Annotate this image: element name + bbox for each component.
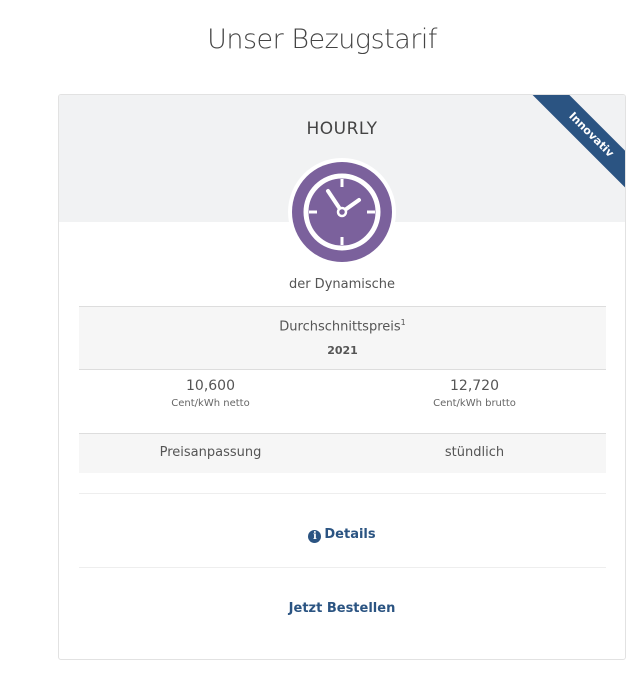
innovativ-ribbon: Innovativ <box>528 95 625 195</box>
price-adjustment-row: Preisanpassung stündlich <box>79 434 606 473</box>
tariff-card: HOURLY Innovativ der Dynamische Durchsch… <box>58 94 626 660</box>
average-price-label: Durchschnittspreis1 <box>279 318 406 335</box>
price-adjustment-value: stündlich <box>444 445 505 460</box>
average-price-row: Durchschnittspreis1 2021 <box>79 306 606 370</box>
net-price-unit: Cent/kWh netto <box>171 398 250 409</box>
info-icon: i <box>308 530 322 543</box>
ribbon-container: Innovativ <box>525 95 625 195</box>
gross-price-cell: 12,720 Cent/kWh brutto <box>343 378 606 409</box>
net-price-value: 10,600 <box>186 378 235 394</box>
page-title: Unser Bezugstarif <box>207 24 437 55</box>
tariff-subtitle: der Dynamische <box>288 277 396 292</box>
details-link[interactable]: i Details <box>59 527 625 543</box>
average-price-year: 2021 <box>327 344 358 357</box>
gross-price-value: 12,720 <box>450 378 499 394</box>
footnote-marker: 1 <box>400 318 406 327</box>
order-now-link[interactable]: Jetzt Bestellen <box>59 601 625 616</box>
gross-price-unit: Cent/kWh brutto <box>433 398 516 409</box>
price-row: 10,600 Cent/kWh netto 12,720 Cent/kWh br… <box>79 370 606 434</box>
clock-icon-badge <box>288 158 396 266</box>
divider <box>79 567 606 568</box>
divider <box>79 493 606 494</box>
details-label: Details <box>324 527 376 542</box>
clock-icon <box>292 162 392 262</box>
net-price-cell: 10,600 Cent/kWh netto <box>79 378 342 409</box>
price-adjustment-label: Preisanpassung <box>159 445 262 460</box>
